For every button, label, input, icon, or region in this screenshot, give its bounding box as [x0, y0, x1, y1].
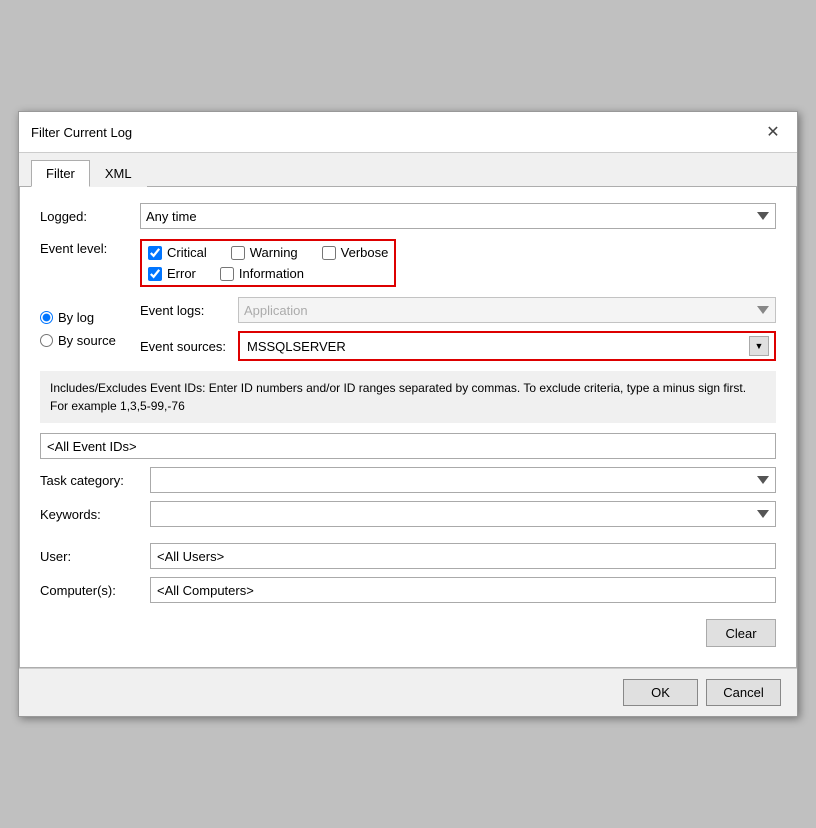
user-input[interactable] [150, 543, 776, 569]
verbose-checkbox[interactable] [322, 246, 336, 260]
radio-column: By log By source [40, 310, 140, 348]
event-level-section: Event level: Critical Warning Verbose [40, 239, 776, 287]
event-sources-box: ▼ [238, 331, 776, 361]
task-category-dropdown-wrap [150, 467, 776, 493]
log-source-section: Event logs: Application Event sources: ▼ [140, 297, 776, 361]
event-ids-row [40, 433, 776, 459]
error-checkbox-item[interactable]: Error [148, 266, 196, 281]
task-category-dropdown[interactable] [150, 467, 776, 493]
filter-dialog: Filter Current Log ✕ Filter XML Logged: … [18, 111, 798, 717]
warning-label: Warning [250, 245, 298, 260]
cancel-button[interactable]: Cancel [706, 679, 781, 706]
user-row: User: [40, 543, 776, 569]
critical-label: Critical [167, 245, 207, 260]
critical-checkbox-item[interactable]: Critical [148, 245, 207, 260]
by-log-label: By log [58, 310, 94, 325]
tab-xml[interactable]: XML [90, 160, 147, 187]
by-source-radio[interactable] [40, 334, 53, 347]
user-label: User: [40, 549, 150, 564]
logged-dropdown[interactable]: Any timeLast hourLast 12 hoursLast 24 ho… [140, 203, 776, 229]
dialog-title: Filter Current Log [31, 125, 132, 140]
error-checkbox[interactable] [148, 267, 162, 281]
event-sources-label: Event sources: [140, 339, 230, 354]
dialog-footer: OK Cancel [19, 668, 797, 716]
information-label: Information [239, 266, 304, 281]
tab-filter[interactable]: Filter [31, 160, 90, 187]
verbose-label: Verbose [341, 245, 389, 260]
ok-button[interactable]: OK [623, 679, 698, 706]
task-category-label: Task category: [40, 473, 150, 488]
logged-dropdown-wrap: Any timeLast hourLast 12 hoursLast 24 ho… [140, 203, 776, 229]
keywords-dropdown-wrap [150, 501, 776, 527]
title-bar: Filter Current Log ✕ [19, 112, 797, 153]
event-ids-input[interactable] [40, 433, 776, 459]
tab-content: Logged: Any timeLast hourLast 12 hoursLa… [19, 187, 797, 668]
keywords-row: Keywords: [40, 501, 776, 527]
task-category-row: Task category: [40, 467, 776, 493]
event-sources-row: Event sources: ▼ [140, 331, 776, 361]
event-logs-row: Event logs: Application [140, 297, 776, 323]
by-source-label: By source [58, 333, 116, 348]
event-logs-label: Event logs: [140, 303, 230, 318]
event-level-label: Event level: [40, 239, 140, 256]
warning-checkbox-item[interactable]: Warning [231, 245, 298, 260]
computers-row: Computer(s): [40, 577, 776, 603]
by-log-radio-item[interactable]: By log [40, 310, 140, 325]
close-button[interactable]: ✕ [761, 120, 785, 144]
event-sources-input[interactable] [245, 339, 749, 354]
logged-row: Logged: Any timeLast hourLast 12 hoursLa… [40, 203, 776, 229]
clear-button[interactable]: Clear [706, 619, 776, 647]
information-checkbox-item[interactable]: Information [220, 266, 304, 281]
event-logs-dropdown-wrap: Application [238, 297, 776, 323]
checkbox-row-1: Critical Warning Verbose [148, 245, 388, 260]
information-checkbox[interactable] [220, 267, 234, 281]
keywords-label: Keywords: [40, 507, 150, 522]
critical-checkbox[interactable] [148, 246, 162, 260]
checkbox-row-2: Error Information [148, 266, 388, 281]
warning-checkbox[interactable] [231, 246, 245, 260]
description-text: Includes/Excludes Event IDs: Enter ID nu… [40, 371, 776, 423]
by-log-radio[interactable] [40, 311, 53, 324]
clear-button-row: Clear [40, 611, 776, 651]
error-label: Error [167, 266, 196, 281]
computers-label: Computer(s): [40, 583, 150, 598]
radio-section: By log By source Event logs: Application… [40, 297, 776, 361]
verbose-checkbox-item[interactable]: Verbose [322, 245, 389, 260]
event-sources-arrow[interactable]: ▼ [749, 336, 769, 356]
keywords-dropdown[interactable] [150, 501, 776, 527]
by-source-radio-item[interactable]: By source [40, 333, 140, 348]
computers-input[interactable] [150, 577, 776, 603]
tab-bar: Filter XML [19, 153, 797, 187]
event-level-checkboxes-box: Critical Warning Verbose Error [140, 239, 396, 287]
logged-label: Logged: [40, 209, 140, 224]
event-logs-dropdown: Application [238, 297, 776, 323]
